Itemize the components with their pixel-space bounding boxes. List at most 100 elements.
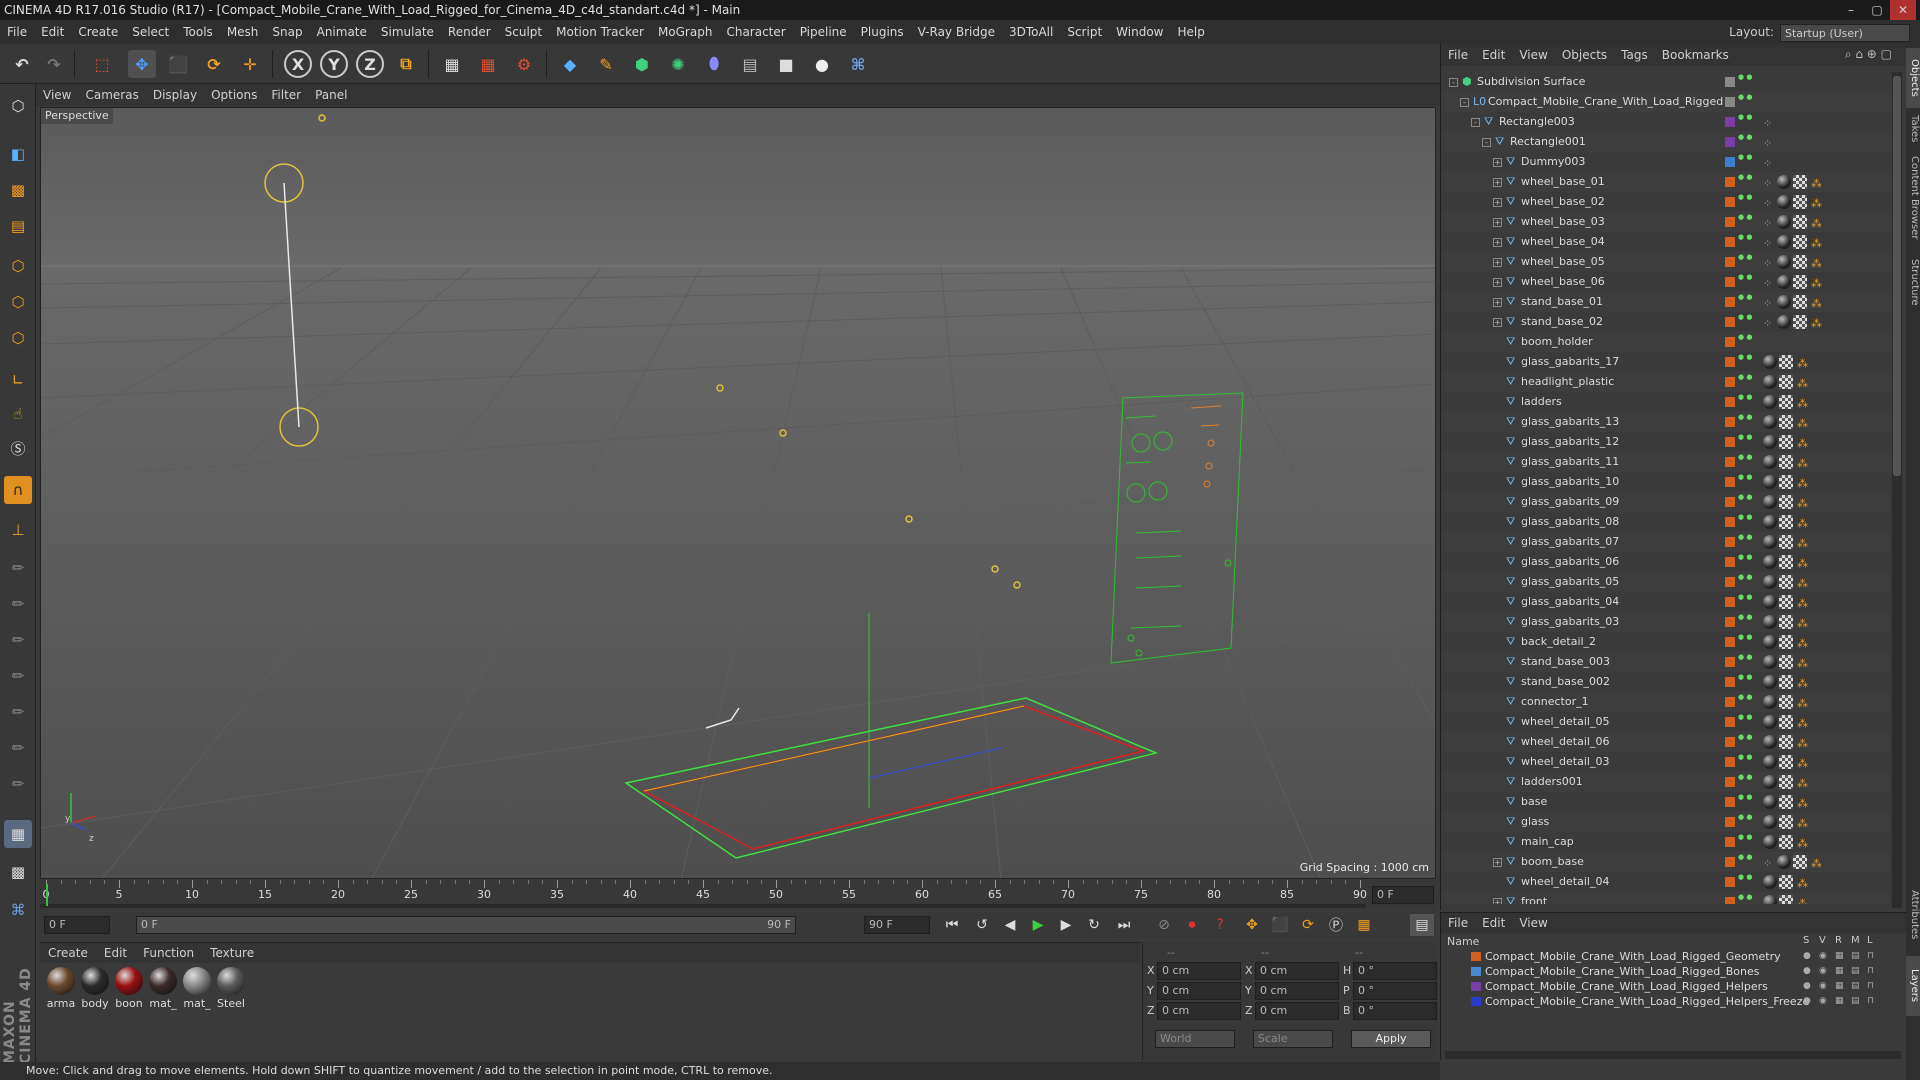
texture-tag-icon[interactable] <box>1779 435 1793 449</box>
visibility-dots-icon[interactable]: ● ● <box>1738 234 1752 241</box>
visibility-dots-icon[interactable]: ● ● <box>1738 614 1752 621</box>
solo-icon[interactable]: ● <box>1803 994 1811 1009</box>
material-tag-icon[interactable] <box>1763 695 1777 709</box>
collapse-icon[interactable]: - <box>1449 78 1458 87</box>
magnet-icon[interactable]: ∩ <box>4 476 32 504</box>
object-row[interactable]: ⛛back_detail_2● ●⁘⁂ <box>1441 632 1891 652</box>
visibility-dots-icon[interactable]: ● ● <box>1738 794 1752 801</box>
material-tag-icon[interactable] <box>1763 355 1777 369</box>
object-row[interactable]: ⛛wheel_detail_03● ●⁘⁂ <box>1441 752 1891 772</box>
layer-color-swatch[interactable] <box>1725 357 1735 367</box>
expand-icon[interactable]: + <box>1493 178 1502 187</box>
layer-color-swatch[interactable] <box>1471 997 1481 1006</box>
solo-icon[interactable]: ● <box>1803 949 1811 964</box>
brush-tool-icon[interactable]: ✏ <box>4 554 32 582</box>
manager-icon[interactable]: ▤ <box>1851 979 1860 994</box>
object-scrollbar[interactable] <box>1892 72 1902 908</box>
expand-icon[interactable]: + <box>1493 298 1502 307</box>
menu-snap[interactable]: Snap <box>265 20 309 44</box>
object-name[interactable]: glass_gabarits_05 <box>1521 572 1619 592</box>
weight-tag-icon[interactable]: ⁂ <box>1797 454 1808 474</box>
weight-tag-icon[interactable]: ⁂ <box>1811 274 1822 294</box>
key-rotation-icon[interactable]: ⟳ <box>1296 914 1320 936</box>
visibility-dots-icon[interactable]: ● ● <box>1738 674 1752 681</box>
object-name[interactable]: front <box>1521 892 1547 904</box>
layer-color-swatch[interactable] <box>1725 217 1735 227</box>
menu-v-ray-bridge[interactable]: V-Ray Bridge <box>911 20 1002 44</box>
ik-tag-icon[interactable]: ⁘ <box>1763 274 1772 294</box>
manager-icon[interactable]: ▤ <box>1851 964 1860 979</box>
object-row[interactable]: ⛛stand_base_003● ●⁘⁂ <box>1441 652 1891 672</box>
layer-color-swatch[interactable] <box>1725 97 1735 107</box>
object-row[interactable]: ⛛connector_1● ●⁘⁂ <box>1441 692 1891 712</box>
object-name[interactable]: glass_gabarits_04 <box>1521 592 1619 612</box>
visibility-dots-icon[interactable]: ● ● <box>1738 474 1752 481</box>
expand-icon[interactable]: + <box>1493 258 1502 267</box>
texture-mode-icon[interactable]: ▩ <box>4 176 32 204</box>
texture-tag-icon[interactable] <box>1779 835 1793 849</box>
position-field[interactable]: 0 cm <box>1157 962 1241 980</box>
previous-key-icon[interactable]: ↺ <box>970 914 994 936</box>
object-row[interactable]: ⛛wheel_detail_05● ●⁘⁂ <box>1441 712 1891 732</box>
ik-tag-icon[interactable]: ⁘ <box>1763 314 1772 334</box>
ik-tag-icon[interactable]: ⁘ <box>1763 214 1772 234</box>
layout-dropdown[interactable]: Startup (User) <box>1780 23 1910 42</box>
material-tag-icon[interactable] <box>1763 615 1777 629</box>
object-name[interactable]: Dummy003 <box>1521 152 1585 172</box>
ik-tag-icon[interactable]: ⁘ <box>1763 154 1772 174</box>
layer-column-header[interactable]: M <box>1851 935 1860 946</box>
visibility-dots-icon[interactable]: ● ● <box>1738 774 1752 781</box>
render-view-icon[interactable]: ▦ <box>438 50 466 78</box>
ik-tag-icon[interactable]: ⁘ <box>1763 134 1772 154</box>
layer-color-swatch[interactable] <box>1725 457 1735 467</box>
texture-tag-icon[interactable] <box>1779 815 1793 829</box>
weight-tag-icon[interactable]: ⁂ <box>1811 174 1822 194</box>
object-menu-bookmarks[interactable]: Bookmarks <box>1655 44 1736 66</box>
layer-color-swatch[interactable] <box>1725 437 1735 447</box>
object-name[interactable]: glass_gabarits_11 <box>1521 452 1619 472</box>
layer-color-swatch[interactable] <box>1725 717 1735 727</box>
object-name[interactable]: glass_gabarits_10 <box>1521 472 1619 492</box>
layer-color-swatch[interactable] <box>1725 297 1735 307</box>
go-to-start-icon[interactable]: ⏮ <box>940 914 964 936</box>
object-name[interactable]: boom_holder <box>1521 332 1593 352</box>
material-swatch[interactable]: mat_ <box>182 967 212 1010</box>
close-icon[interactable]: ✕ <box>1890 0 1916 20</box>
object-row[interactable]: + ⛛ wheel_base_03 ● ● ⁘ ⁂ <box>1441 212 1891 232</box>
transform-icon[interactable]: ✛ <box>236 50 264 78</box>
key-pla-icon[interactable]: ▦ <box>1352 914 1376 936</box>
object-row[interactable]: +⛛front● ●⁘⁂ <box>1441 892 1891 904</box>
texture-tag-icon[interactable] <box>1779 655 1793 669</box>
visibility-dots-icon[interactable]: ● ● <box>1738 254 1752 261</box>
key-scale-icon[interactable]: ⬛ <box>1268 914 1292 936</box>
texture-tag-icon[interactable] <box>1779 795 1793 809</box>
weight-tag-icon[interactable]: ⁂ <box>1797 534 1808 554</box>
object-scrollbar-thumb[interactable] <box>1893 76 1901 476</box>
weight-tag-icon[interactable]: ⁂ <box>1797 814 1808 834</box>
python-icon[interactable]: ⌘ <box>844 50 872 78</box>
material-tag-icon[interactable] <box>1777 255 1791 269</box>
layer-row[interactable]: Compact_Mobile_Crane_With_Load_Rigged_Ge… <box>1441 949 1907 964</box>
layer-color-swatch[interactable] <box>1725 577 1735 587</box>
collapse-icon[interactable]: - <box>1471 118 1480 127</box>
next-key-icon[interactable]: ↻ <box>1082 914 1106 936</box>
object-row[interactable]: + ⛛ Dummy003 ● ● ⁘ <box>1441 152 1891 172</box>
texture-tag-icon[interactable] <box>1779 775 1793 789</box>
material-tag-icon[interactable] <box>1763 515 1777 529</box>
visibility-dots-icon[interactable]: ● ● <box>1738 154 1752 161</box>
object-name[interactable]: Subdivision Surface <box>1477 72 1585 92</box>
object-row[interactable]: ⛛ladders001● ●⁘⁂ <box>1441 772 1891 792</box>
material-tag-icon[interactable] <box>1763 735 1777 749</box>
material-tag-icon[interactable] <box>1777 315 1791 329</box>
object-row[interactable]: ⛛ladders● ●⁘⁂ <box>1441 392 1891 412</box>
minimize-icon[interactable]: – <box>1838 0 1864 20</box>
menu-window[interactable]: Window <box>1109 20 1170 44</box>
object-row[interactable]: + ⛛ stand_base_02 ● ● ⁘ ⁂ <box>1441 312 1891 332</box>
object-row[interactable]: ⛛glass_gabarits_06● ●⁘⁂ <box>1441 552 1891 572</box>
menu-tools[interactable]: Tools <box>176 20 220 44</box>
material-swatch[interactable]: boon <box>114 967 144 1010</box>
visibility-dots-icon[interactable]: ● ● <box>1738 514 1752 521</box>
material-tag-icon[interactable] <box>1777 215 1791 229</box>
weight-tag-icon[interactable]: ⁂ <box>1797 634 1808 654</box>
visibility-dots-icon[interactable]: ● ● <box>1738 94 1752 101</box>
